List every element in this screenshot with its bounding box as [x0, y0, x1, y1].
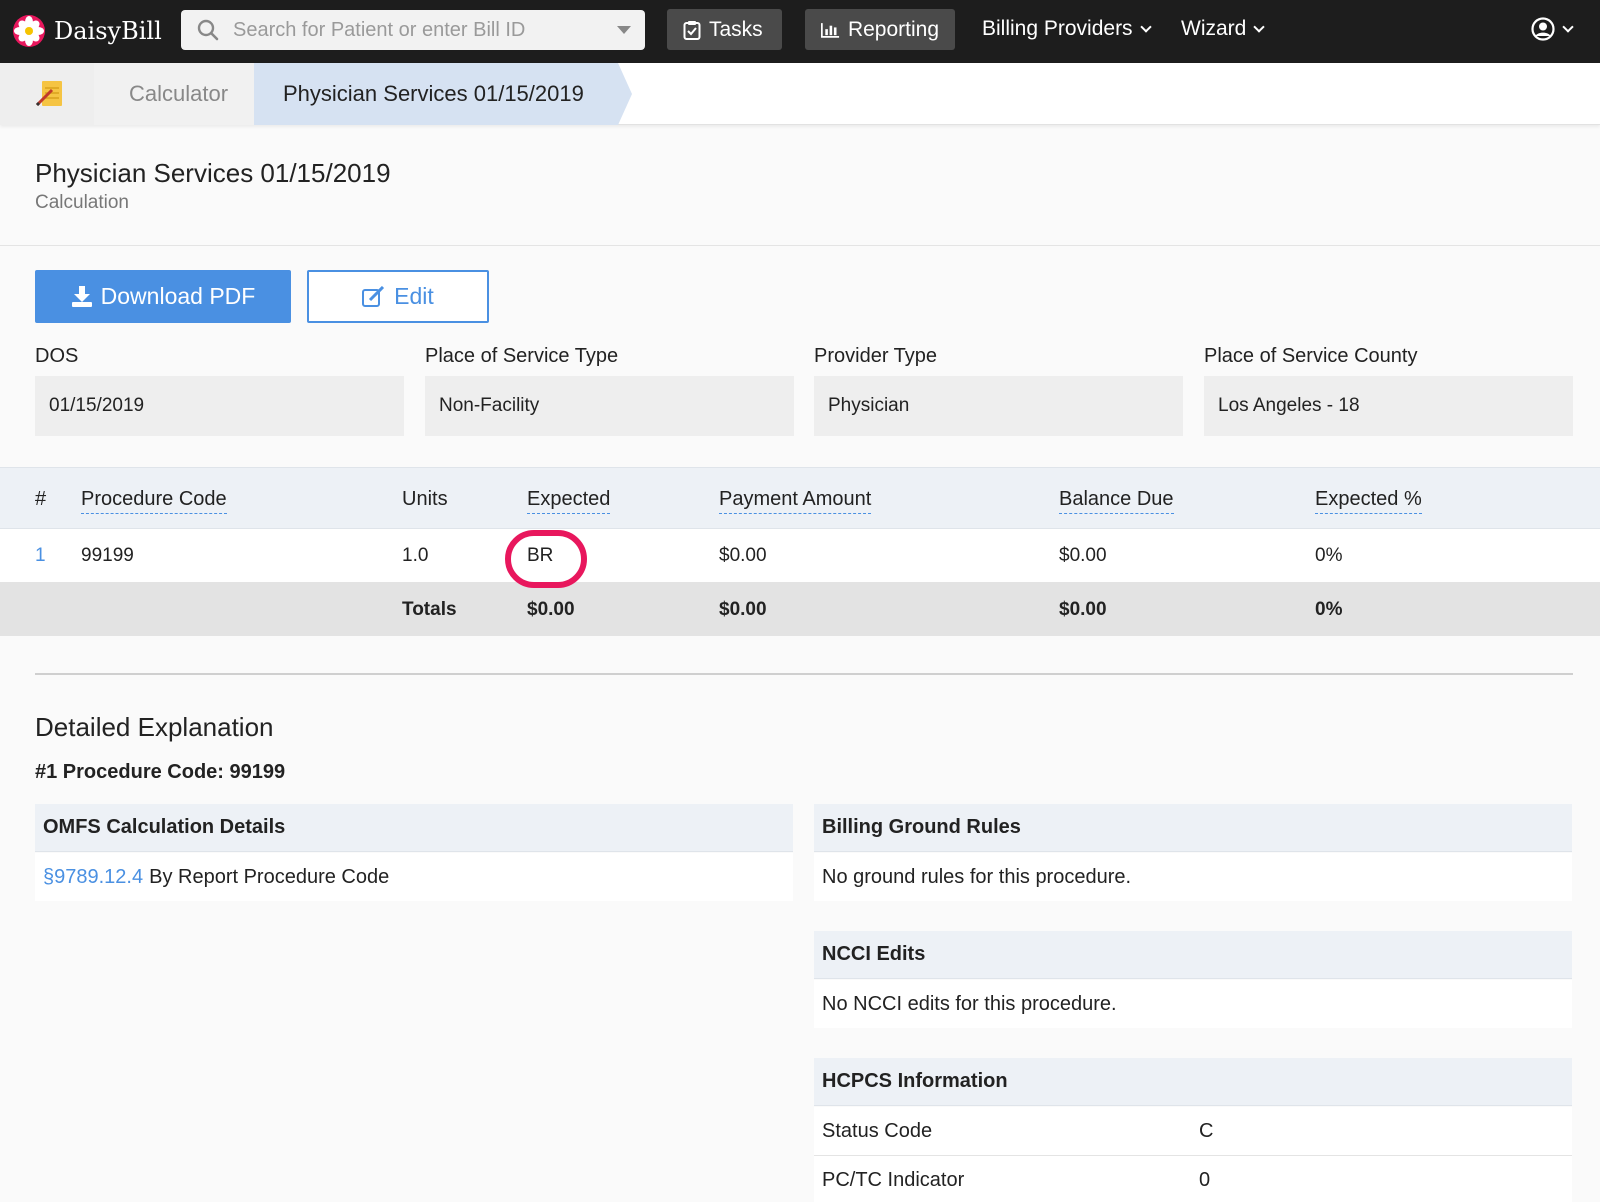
col-balance-due[interactable]: Balance Due [1059, 488, 1174, 514]
omfs-panel-header: OMFS Calculation Details [35, 804, 793, 852]
hcpcs-row-status-code: Status Code C [814, 1107, 1572, 1155]
search-placeholder: Search for Patient or enter Bill ID [233, 18, 526, 41]
daisy-logo-icon [13, 15, 45, 47]
clipboard-check-icon [683, 20, 701, 40]
chevron-down-icon [1139, 20, 1152, 33]
row-units: 1.0 [402, 545, 429, 566]
wizard-label: Wizard [1181, 17, 1247, 40]
col-number: # [35, 488, 47, 510]
user-avatar-icon [1531, 17, 1555, 41]
user-menu[interactable] [1531, 17, 1574, 41]
tasks-label: Tasks [709, 17, 763, 41]
hcpcs-row-pctc-indicator: PC/TC Indicator 0 [814, 1156, 1572, 1202]
top-nav: DaisyBill Search for Patient or enter Bi… [0, 0, 1600, 63]
breadcrumb-arrow [618, 63, 632, 125]
reporting-label: Reporting [847, 17, 939, 41]
breadcrumb-current: Physician Services 01/15/2019 [254, 63, 618, 125]
totals-expected: $0.00 [527, 599, 575, 620]
chevron-down-icon [1562, 20, 1574, 33]
bar-chart-icon [821, 22, 840, 38]
breadcrumb-calculator-label: Calculator [129, 81, 229, 106]
brand-name: DaisyBill [54, 17, 162, 45]
page-subtitle: Calculation [35, 192, 129, 213]
omfs-panel-body: §9789.12.4 By Report Procedure Code [35, 853, 793, 901]
download-pdf-label: Download PDF [100, 283, 256, 309]
divider [0, 245, 1600, 246]
reporting-button[interactable]: Reporting [805, 9, 955, 50]
col-expected-percent[interactable]: Expected % [1315, 488, 1422, 514]
row-balance-due: $0.00 [1059, 545, 1107, 566]
col-units: Units [402, 488, 448, 510]
highlight-circle [505, 530, 587, 588]
regulation-link[interactable]: §9789.12.4 [43, 866, 143, 889]
county-label: Place of Service County [1204, 345, 1418, 367]
page-title: Physician Services 01/15/2019 [35, 158, 391, 188]
ncci-panel-body: No NCCI edits for this procedure. [814, 980, 1572, 1028]
provider-type-value: Physician [814, 376, 1183, 436]
edit-label: Edit [394, 283, 434, 309]
col-procedure-code[interactable]: Procedure Code [81, 488, 227, 514]
pctc-indicator-label: PC/TC Indicator [822, 1168, 965, 1191]
billing-providers-menu[interactable]: Billing Providers [982, 17, 1152, 41]
search-input[interactable]: Search for Patient or enter Bill ID [181, 10, 645, 50]
ground-rules-panel-body: No ground rules for this procedure. [814, 853, 1572, 901]
wizard-menu[interactable]: Wizard [1181, 17, 1266, 41]
row-number-link[interactable]: 1 [35, 545, 46, 567]
dos-value: 01/15/2019 [35, 376, 404, 436]
chevron-down-icon [1253, 20, 1266, 33]
edit-icon [362, 285, 385, 307]
search-icon [197, 19, 219, 41]
ground-rules-panel-header: Billing Ground Rules [814, 804, 1572, 852]
totals-label: Totals [402, 599, 457, 620]
breadcrumb-home[interactable] [0, 63, 94, 125]
col-expected[interactable]: Expected [527, 488, 611, 514]
totals-payment: $0.00 [719, 599, 767, 620]
totals-balance: $0.00 [1059, 599, 1107, 620]
brand-logo[interactable]: DaisyBill [12, 12, 162, 50]
hcpcs-panel-header: HCPCS Information [814, 1058, 1572, 1106]
breadcrumb: Calculator Physician Services 01/15/2019 [0, 63, 1600, 125]
row-procedure-code: 99199 [81, 545, 134, 566]
breadcrumb-current-label: Physician Services 01/15/2019 [283, 81, 584, 106]
status-code-label: Status Code [822, 1119, 933, 1142]
status-code-value: C [1199, 1119, 1214, 1142]
place-of-service-type-value: Non-Facility [425, 376, 794, 436]
row-expected-percent: 0% [1315, 545, 1343, 566]
pctc-indicator-value: 0 [1199, 1168, 1211, 1191]
omfs-detail-text: By Report Procedure Code [149, 865, 390, 888]
edit-button[interactable]: Edit [307, 270, 489, 323]
table-row: 1 99199 1.0 BR $0.00 $0.00 0% [0, 529, 1600, 582]
table-header: # Procedure Code Units Expected Payment … [0, 467, 1600, 529]
totals-percent: 0% [1315, 599, 1343, 620]
dos-label: DOS [35, 345, 79, 367]
breadcrumb-calculator[interactable]: Calculator [94, 63, 254, 125]
notepad-pencil-icon [35, 81, 62, 107]
caret-down-icon[interactable] [617, 26, 631, 34]
tasks-button[interactable]: Tasks [667, 9, 782, 50]
row-payment-amount: $0.00 [719, 545, 767, 566]
procedure-heading: #1 Procedure Code: 99199 [35, 761, 286, 783]
county-value: Los Angeles - 18 [1204, 376, 1573, 436]
col-payment-amount[interactable]: Payment Amount [719, 488, 872, 514]
download-icon [71, 285, 92, 307]
divider [35, 673, 1573, 675]
download-pdf-button[interactable]: Download PDF [35, 270, 291, 323]
section-title: Detailed Explanation [35, 712, 274, 742]
totals-row: Totals $0.00 $0.00 $0.00 0% [0, 582, 1600, 636]
place-of-service-type-label: Place of Service Type [425, 345, 619, 367]
ncci-panel-header: NCCI Edits [814, 931, 1572, 979]
provider-type-label: Provider Type [814, 345, 938, 367]
billing-providers-label: Billing Providers [982, 17, 1133, 40]
